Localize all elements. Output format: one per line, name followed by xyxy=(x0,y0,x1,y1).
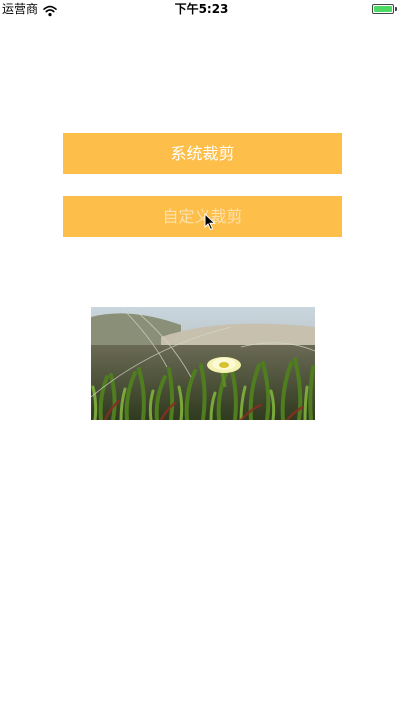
battery-icon xyxy=(372,4,394,14)
system-crop-button[interactable]: 系统裁剪 xyxy=(63,133,342,174)
battery-level xyxy=(374,6,392,12)
status-time: 下午5:23 xyxy=(174,2,229,16)
battery-tip xyxy=(395,7,397,11)
custom-crop-button[interactable]: 自定义裁剪 xyxy=(63,196,342,237)
flower-photo xyxy=(91,307,315,420)
mouse-pointer-icon xyxy=(204,212,216,231)
status-bar: 运营商 下午5:23 xyxy=(0,0,403,18)
